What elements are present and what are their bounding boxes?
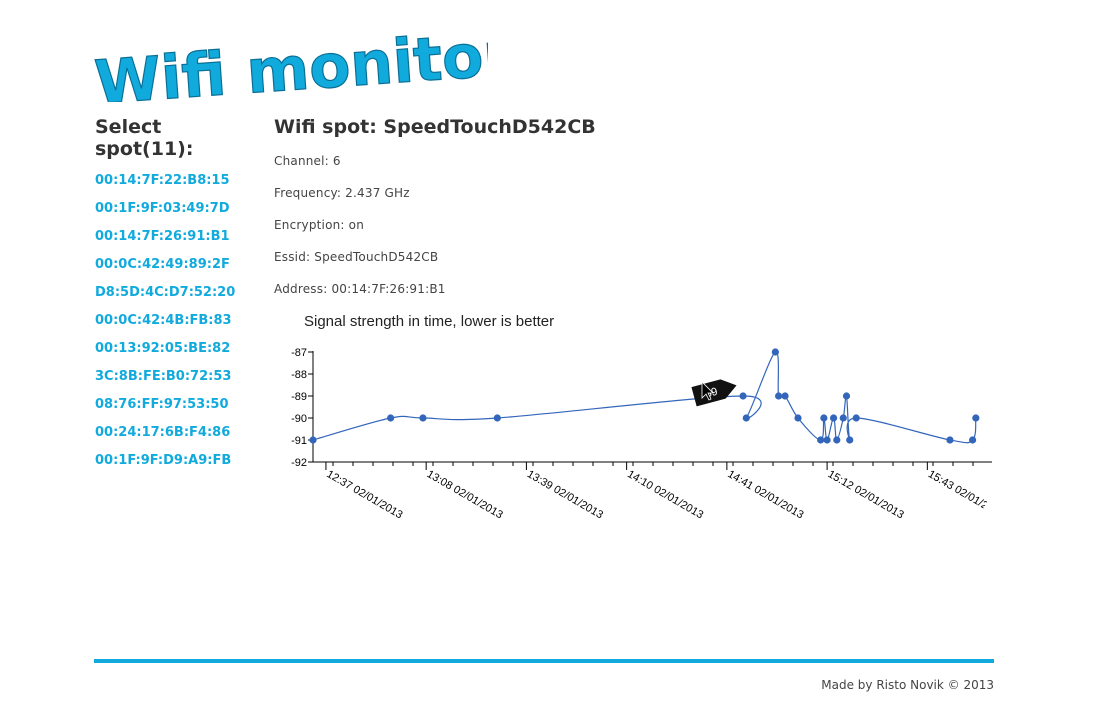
encryption-info: Encryption: on: [274, 218, 365, 232]
signal-chart-svg: Signal strength in time, lower is better…: [291, 313, 994, 521]
data-point: [493, 414, 501, 422]
frequency-info: Frequency: 2.437 GHz: [274, 186, 410, 200]
data-point: [781, 392, 789, 400]
logo: Wifi monitor: [92, 22, 488, 102]
spot-link[interactable]: 00:14:7F:26:91:B1: [95, 230, 265, 258]
x-tick-label: 13:08 02/01/2013: [425, 468, 505, 521]
data-point: [419, 414, 427, 422]
data-point: [820, 414, 828, 422]
spot-link[interactable]: 00:0C:42:4B:FB:83: [95, 314, 265, 342]
data-point: [833, 436, 841, 444]
spot-link[interactable]: 3C:8B:FE:B0:72:53: [95, 370, 265, 398]
y-tick-label: -87: [291, 347, 307, 359]
spot-details: Wifi spot: SpeedTouchD542CB Channel: 6 F…: [274, 116, 994, 314]
y-tick-label: -91: [291, 435, 307, 447]
x-tick-label: 15:43 02/01/2013: [926, 468, 994, 521]
channel-info: Channel: 6: [274, 154, 341, 168]
x-tick-label: 13:39 02/01/2013: [525, 468, 605, 521]
data-point: [771, 348, 779, 356]
spot-list: 00:14:7F:22:B8:15 00:1F:9F:03:49:7D 00:14:…: [95, 174, 265, 482]
data-point: [972, 414, 980, 422]
data-point: [775, 392, 783, 400]
data-point: [852, 414, 860, 422]
chart-title: Signal strength in time, lower is better: [304, 313, 554, 330]
spot-sidebar: Select spot(11): 00:14:7F:22:B8:15 00:1F:…: [95, 116, 265, 482]
data-point: [794, 414, 802, 422]
footer-divider: [94, 659, 994, 663]
essid-info: Essid: SpeedTouchD542CB: [274, 250, 439, 264]
y-tick-label: -89: [291, 391, 307, 403]
x-tick-label: 14:41 02/01/2013: [725, 468, 805, 521]
spot-link[interactable]: 00:1F:9F:D9:A9:FB: [95, 454, 265, 482]
spot-link[interactable]: D8:5D:4C:D7:52:20: [95, 286, 265, 314]
spot-link[interactable]: 00:24:17:6B:F4:86: [95, 426, 265, 454]
data-point: [309, 436, 317, 444]
y-tick-label: -88: [291, 369, 307, 381]
y-tick-label: -92: [291, 457, 307, 469]
data-point: [823, 436, 831, 444]
logo-text: Wifi monitor: [93, 22, 488, 102]
value-tooltip: -89: [691, 379, 737, 407]
signal-line: [313, 351, 977, 444]
spot-link[interactable]: 00:14:7F:22:B8:15: [95, 174, 265, 202]
data-point: [969, 436, 977, 444]
data-point: [946, 436, 954, 444]
data-point: [839, 414, 847, 422]
data-point: [829, 414, 838, 422]
data-point: [739, 392, 747, 400]
spot-link[interactable]: 00:0C:42:49:89:2F: [95, 258, 265, 286]
data-point: [742, 414, 750, 422]
x-tick-label: 14:10 02/01/2013: [625, 468, 705, 521]
footer-credit: Made by Risto Novik © 2013: [821, 678, 994, 692]
data-point: [842, 392, 851, 400]
x-tick-label: 15:12 02/01/2013: [826, 468, 906, 521]
spot-count: (11):: [142, 138, 194, 160]
spot-link[interactable]: 08:76:FF:97:53:50: [95, 398, 265, 426]
spot-link[interactable]: 00:1F:9F:03:49:7D: [95, 202, 265, 230]
data-point: [387, 414, 395, 422]
sidebar-title: Select spot(11):: [95, 116, 265, 160]
signal-chart: Signal strength in time, lower is better…: [274, 308, 994, 538]
spot-title: Wifi spot: SpeedTouchD542CB: [274, 116, 596, 138]
x-tick-label: 12:37 02/01/2013: [324, 468, 404, 521]
data-point: [846, 436, 854, 444]
spot-link[interactable]: 00:13:92:05:BE:82: [95, 342, 265, 370]
y-tick-label: -90: [291, 413, 307, 425]
data-point: [817, 436, 825, 444]
